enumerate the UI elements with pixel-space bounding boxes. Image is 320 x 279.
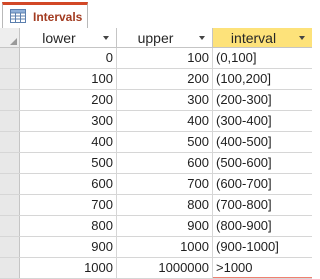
- cell-lower[interactable]: 700: [20, 195, 117, 215]
- table-icon: [10, 9, 26, 23]
- cell-interval[interactable]: (800-900]: [213, 216, 312, 236]
- cell-interval[interactable]: (600-700]: [213, 174, 312, 194]
- cell-upper[interactable]: 200: [117, 69, 213, 89]
- row-selector[interactable]: [0, 48, 20, 68]
- column-header-label: interval: [230, 30, 277, 46]
- cell-lower[interactable]: 600: [20, 174, 117, 194]
- cell-upper[interactable]: 700: [117, 174, 213, 194]
- table-row: 200 300 (200-300]: [0, 90, 312, 111]
- row-selector[interactable]: [0, 237, 20, 257]
- cell-lower[interactable]: 400: [20, 132, 117, 152]
- cell-upper[interactable]: 1000000: [117, 258, 213, 278]
- table-row: 800 900 (800-900]: [0, 216, 312, 237]
- cell-interval[interactable]: (0,100]: [213, 48, 312, 68]
- row-selector[interactable]: [0, 69, 20, 89]
- cell-upper[interactable]: 1000: [117, 237, 213, 257]
- cell-lower[interactable]: 900: [20, 237, 117, 257]
- table-row: 0 100 (0,100]: [0, 48, 312, 69]
- cell-interval[interactable]: (500-600]: [213, 153, 312, 173]
- cell-upper[interactable]: 100: [117, 48, 213, 68]
- column-header-label: upper: [137, 30, 174, 46]
- select-all-button[interactable]: [0, 28, 20, 47]
- table-row: 700 800 (700-800]: [0, 195, 312, 216]
- cell-lower[interactable]: 100: [20, 69, 117, 89]
- cell-lower[interactable]: 500: [20, 153, 117, 173]
- cell-upper[interactable]: 600: [117, 153, 213, 173]
- row-selector[interactable]: [0, 132, 20, 152]
- cell-lower[interactable]: 800: [20, 216, 117, 236]
- column-header-lower[interactable]: lower: [20, 28, 117, 47]
- cell-interval[interactable]: (300-400]: [213, 111, 312, 131]
- document-tab-strip: Intervals: [0, 0, 312, 29]
- cell-interval[interactable]: (100,200]: [213, 69, 312, 89]
- column-header-interval[interactable]: interval: [213, 28, 312, 47]
- cell-interval[interactable]: (400-500]: [213, 132, 312, 152]
- datasheet-grid: lower upper interval 0 100 (0,100] 100 2…: [0, 28, 312, 279]
- dropdown-arrow-icon[interactable]: [103, 36, 109, 40]
- select-all-corner-icon: [10, 38, 17, 45]
- cell-interval[interactable]: >1000: [213, 258, 312, 278]
- row-selector[interactable]: [0, 258, 20, 278]
- header-row: lower upper interval: [0, 28, 312, 48]
- row-selector[interactable]: [0, 111, 20, 131]
- dropdown-arrow-icon[interactable]: [199, 36, 205, 40]
- cell-interval[interactable]: (700-800]: [213, 195, 312, 215]
- column-header-upper[interactable]: upper: [117, 28, 213, 47]
- cell-interval[interactable]: (900-1000]: [213, 237, 312, 257]
- cell-lower[interactable]: 0: [20, 48, 117, 68]
- row-selector[interactable]: [0, 216, 20, 236]
- column-header-label: lower: [42, 30, 76, 46]
- row-selector[interactable]: [0, 90, 20, 110]
- cell-lower[interactable]: 300: [20, 111, 117, 131]
- cell-lower[interactable]: 1000: [20, 258, 117, 278]
- cell-upper[interactable]: 800: [117, 195, 213, 215]
- row-selector[interactable]: [0, 153, 20, 173]
- cell-lower[interactable]: 200: [20, 90, 117, 110]
- row-selector[interactable]: [0, 195, 20, 215]
- tab-label: Intervals: [33, 10, 83, 24]
- tab-intervals[interactable]: Intervals: [2, 2, 88, 29]
- table-row: 300 400 (300-400]: [0, 111, 312, 132]
- table-row: 400 500 (400-500]: [0, 132, 312, 153]
- cell-upper[interactable]: 300: [117, 90, 213, 110]
- table-row: 100 200 (100,200]: [0, 69, 312, 90]
- cell-upper[interactable]: 900: [117, 216, 213, 236]
- table-row: 600 700 (600-700]: [0, 174, 312, 195]
- cell-upper[interactable]: 500: [117, 132, 213, 152]
- row-selector[interactable]: [0, 174, 20, 194]
- table-row: 900 1000 (900-1000]: [0, 237, 312, 258]
- dropdown-arrow-icon[interactable]: [299, 36, 305, 40]
- cell-interval[interactable]: (200-300]: [213, 90, 312, 110]
- cell-upper[interactable]: 400: [117, 111, 213, 131]
- table-row: 500 600 (500-600]: [0, 153, 312, 174]
